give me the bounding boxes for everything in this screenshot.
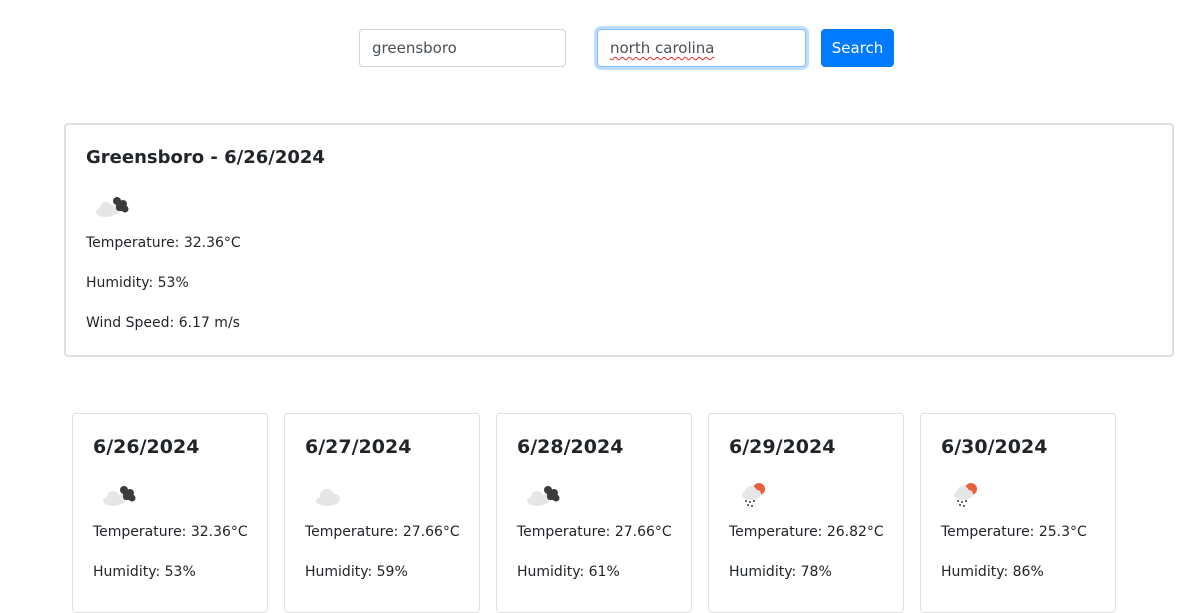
current-wind-speed: Wind Speed: 6.17 m/s <box>86 315 240 331</box>
current-humidity: Humidity: 53% <box>86 275 189 291</box>
forecast-card: 6/30/2024 Temperature: 25.3°C Humidity: … <box>920 413 1116 613</box>
forecast-card: 6/28/2024 Temperature: 27.66°C Humidity:… <box>496 413 692 613</box>
light-rain-icon <box>945 480 985 510</box>
search-bar: greensboro north carolina Search <box>0 29 1183 69</box>
broken-clouds-icon <box>92 191 132 221</box>
forecast-date: 6/30/2024 <box>941 436 1048 458</box>
current-temperature: Temperature: 32.36°C <box>86 235 241 251</box>
forecast-date: 6/26/2024 <box>93 436 200 458</box>
forecast-card: 6/27/2024 Temperature: 27.66°C Humidity:… <box>284 413 480 613</box>
state-input[interactable]: north carolina <box>597 29 806 67</box>
forecast-temperature: Temperature: 25.3°C <box>941 524 1087 540</box>
few-clouds-icon <box>309 480 349 510</box>
forecast-date: 6/27/2024 <box>305 436 412 458</box>
forecast-card: 6/26/2024 Temperature: 32.36°C Humidity:… <box>72 413 268 613</box>
forecast-temperature: Temperature: 26.82°C <box>729 524 884 540</box>
broken-clouds-icon <box>97 480 137 510</box>
forecast-temperature: Temperature: 32.36°C <box>93 524 248 540</box>
forecast-humidity: Humidity: 53% <box>93 564 196 580</box>
forecast-humidity: Humidity: 78% <box>729 564 832 580</box>
forecast-humidity: Humidity: 61% <box>517 564 620 580</box>
search-button[interactable]: Search <box>821 29 894 67</box>
forecast-list: 6/26/2024 Temperature: 32.36°C Humidity:… <box>0 413 1183 613</box>
broken-clouds-icon <box>521 480 561 510</box>
state-input-value: north carolina <box>610 39 715 57</box>
forecast-humidity: Humidity: 86% <box>941 564 1044 580</box>
current-weather-card: Greensboro - 6/26/2024 Temperature: 32.3… <box>64 123 1174 357</box>
forecast-card: 6/29/2024 Temperature: 26.82°C Humidity:… <box>708 413 904 613</box>
forecast-temperature: Temperature: 27.66°C <box>517 524 672 540</box>
light-rain-icon <box>733 480 773 510</box>
city-input[interactable]: greensboro <box>359 29 566 67</box>
forecast-date: 6/28/2024 <box>517 436 624 458</box>
city-input-value: greensboro <box>372 39 457 57</box>
forecast-date: 6/29/2024 <box>729 436 836 458</box>
forecast-temperature: Temperature: 27.66°C <box>305 524 460 540</box>
current-weather-title: Greensboro - 6/26/2024 <box>86 147 325 168</box>
forecast-humidity: Humidity: 59% <box>305 564 408 580</box>
